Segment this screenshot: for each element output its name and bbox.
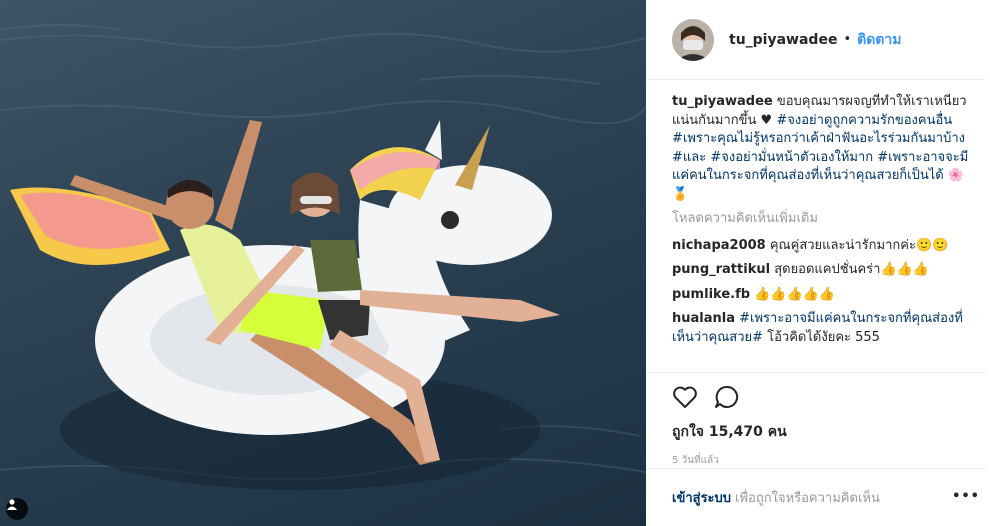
comments-list[interactable]: tu_piyawadee ขอบคุณมารผจญที่ทำให้เราเหนี… [672,93,972,373]
comment-item: nichapa2008 คุณคู่สวยและน่ารักมากค่ะ🙂🙂 [672,237,972,256]
comment-item: hualanla #เพราะอาจมีแค่คนในกระจกที่คุณส่… [672,310,972,347]
heart-icon[interactable] [672,385,698,409]
login-prompt-text: เพื่อถูกใจหรือความคิดเห็น [735,491,880,506]
username-link[interactable]: tu_piyawadee [729,32,837,48]
photo-illustration [0,24,646,490]
comment-username[interactable]: pumlike.fb [672,287,750,302]
load-more-comments-button[interactable]: โหลดความคิดเห็นเพิ่มเติม [672,210,972,229]
comment-username[interactable]: hualanla [672,311,735,326]
caption: tu_piyawadee ขอบคุณมารผจญที่ทำให้เราเหนี… [672,93,972,204]
comment-username[interactable]: nichapa2008 [672,238,766,253]
post-sidebar: tu_piyawadee • ติดตาม tu_piyawadee ขอบคุ… [646,0,990,526]
comment-text: สุดยอดแคปชั่นคร่า👍👍👍 [774,262,930,277]
comment-item: pumlike.fb 👍👍👍👍👍 [672,286,972,305]
separator-dot: • [843,32,852,47]
comment-username[interactable]: pung_rattikul [672,262,770,277]
action-icons [672,385,986,409]
post-actions: ถูกใจ 15,470 คน 5 วันที่แล้ว [646,372,986,468]
user-tag-button[interactable] [6,498,28,520]
post-photo[interactable] [0,0,646,526]
likes-count[interactable]: ถูกใจ 15,470 คน [672,421,986,443]
comment-text: 👍👍👍👍👍 [754,286,836,302]
caption-username[interactable]: tu_piyawadee [672,94,773,109]
comment-icon[interactable] [714,385,740,409]
more-options-button[interactable]: ••• [952,489,980,504]
follow-button[interactable]: ติดตาม [857,29,901,51]
post-header: tu_piyawadee • ติดตาม [646,0,986,80]
login-prompt: เข้าสู่ระบบ เพื่อถูกใจหรือความคิดเห็น ••… [646,468,986,526]
comment-text: คุณคู่สวยและน่ารักมากค่ะ🙂🙂 [769,237,949,253]
avatar[interactable] [672,18,714,61]
person-icon [7,499,17,510]
post-timestamp[interactable]: 5 วันที่แล้ว [672,453,986,468]
avatar-image [672,18,714,61]
comment-text: โอ้วคิดได้งัยคะ 555 [767,329,880,345]
login-link[interactable]: เข้าสู่ระบบ [672,487,731,508]
comment-item: pung_rattikul สุดยอดแคปชั่นคร่า👍👍👍 [672,261,972,280]
